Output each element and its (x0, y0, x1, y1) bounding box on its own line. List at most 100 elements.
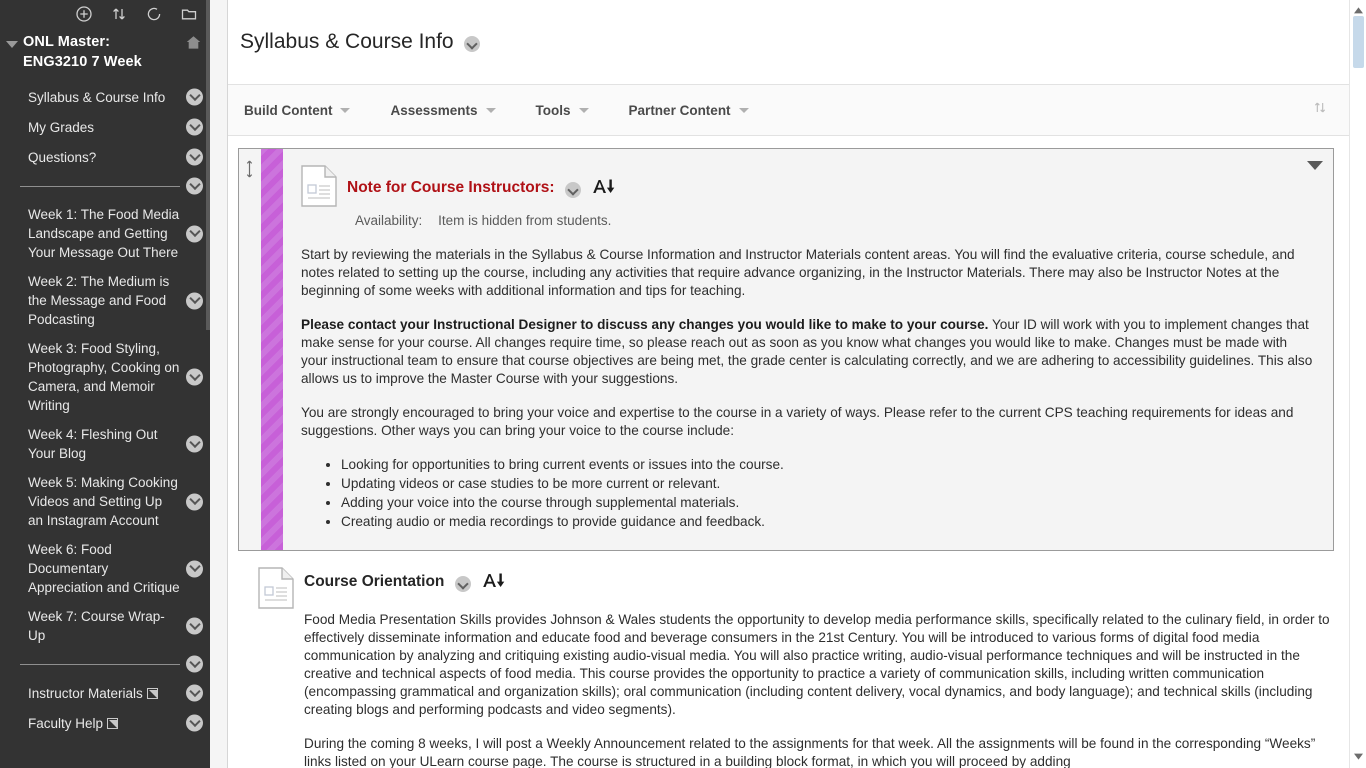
sidebar-item-label: Week 3: Food Styling, Photography, Cooki… (28, 341, 180, 413)
folder-icon[interactable] (180, 5, 198, 23)
text-size-icon[interactable] (482, 572, 506, 594)
sidebar-item-label: Syllabus & Course Info (28, 89, 166, 105)
partner-content-menu[interactable]: Partner Content (629, 103, 749, 118)
content-item-body: Course Orientation Food Media Presentati… (304, 565, 1334, 768)
chevron-down-icon (578, 107, 589, 113)
sidebar-item-my-grades[interactable]: My Grades (0, 112, 210, 142)
chevron-down-icon (340, 107, 351, 113)
main-content: Syllabus & Course Info Build Content Ass… (228, 0, 1366, 768)
tools-label: Tools (535, 102, 571, 118)
blackboard-course-page: ONL Master: ENG3210 7 Week Syllabus & Co… (0, 0, 1366, 768)
chevron-down-icon[interactable] (186, 435, 203, 453)
chevron-down-icon[interactable] (186, 617, 203, 635)
sidebar-item-week-4[interactable]: Week 4: Fleshing Out Your Blog (0, 420, 210, 468)
sidebar-scrollbar-thumb[interactable] (206, 0, 210, 330)
drag-rail (239, 149, 261, 550)
sidebar-item-week-3[interactable]: Week 3: Food Styling, Photography, Cooki… (0, 334, 210, 420)
list-item: Creating audio or media recordings to pr… (341, 513, 1317, 531)
partner-content-label: Partner Content (628, 102, 731, 118)
divider-line (20, 185, 180, 187)
document-icon (301, 165, 339, 212)
scroll-down-arrow-icon[interactable] (1353, 748, 1364, 766)
sidebar-item-syllabus-course-info[interactable]: Syllabus & Course Info (0, 82, 210, 112)
chevron-down-icon[interactable] (186, 655, 203, 673)
chevron-down-icon[interactable] (186, 560, 203, 577)
sidebar-collapse-handle[interactable] (210, 0, 228, 768)
scrollbar-thumb[interactable] (1353, 16, 1364, 68)
chevron-down-icon (485, 107, 496, 113)
chevron-down-icon[interactable] (186, 684, 203, 702)
content-item-title[interactable]: Course Orientation (304, 573, 444, 591)
list-item: Adding your voice into the course throug… (341, 494, 1317, 512)
content-item-note-for-course-instructors[interactable]: Note for Course Instructors: Availabilit… (238, 148, 1334, 551)
availability-label: Availability: (355, 213, 423, 228)
chevron-down-icon[interactable] (186, 225, 203, 242)
text-size-icon[interactable] (592, 178, 616, 200)
sidebar-item-week-7[interactable]: Week 7: Course Wrap-Up (0, 602, 210, 650)
sidebar-item-questions[interactable]: Questions? (0, 142, 210, 172)
page-title-chevron-down-icon[interactable] (464, 36, 481, 52)
sidebar-item-label: My Grades (28, 119, 95, 135)
content-item-title-block: Note for Course Instructors: Availabilit… (347, 163, 1317, 228)
item-collapse-caret-icon[interactable] (1307, 161, 1323, 170)
build-content-menu[interactable]: Build Content (244, 102, 351, 118)
course-title-row[interactable]: ONL Master: ENG3210 7 Week (0, 28, 210, 72)
add-item-icon[interactable] (75, 5, 93, 23)
page-header: Syllabus & Course Info (228, 0, 1366, 84)
chevron-down-icon[interactable] (186, 368, 203, 386)
course-menu-list: Syllabus & Course Info My Grades Questio… (0, 82, 210, 738)
content-item-header: Note for Course Instructors: Availabilit… (301, 163, 1317, 228)
assessments-menu[interactable]: Assessments (390, 102, 496, 118)
sidebar-item-faculty-help[interactable]: Faculty Help (0, 708, 210, 738)
home-icon[interactable] (185, 34, 202, 56)
item-chevron-down-icon[interactable] (565, 182, 582, 198)
chevron-down-icon[interactable] (186, 148, 203, 166)
sidebar-item-week-5[interactable]: Week 5: Making Cooking Videos and Settin… (0, 468, 210, 535)
content-item-course-orientation[interactable]: Course Orientation Food Media Presentati… (238, 565, 1334, 768)
external-link-icon (146, 687, 158, 699)
sidebar-item-label: Week 6: Food Documentary Appreciation an… (28, 542, 180, 595)
sidebar-item-label: Questions? (28, 149, 97, 165)
sidebar-item-week-6[interactable]: Week 6: Food Documentary Appreciation an… (0, 535, 210, 602)
sort-icon[interactable] (110, 5, 128, 23)
item-chevron-down-icon[interactable] (454, 576, 471, 592)
sidebar-item-label: Week 2: The Medium is the Message and Fo… (28, 274, 170, 327)
paragraph: Start by reviewing the materials in the … (301, 247, 1295, 298)
paragraph: Food Media Presentation Skills provides … (304, 612, 1330, 717)
sidebar-item-week-1[interactable]: Week 1: The Food Media Landscape and Get… (0, 200, 210, 267)
sidebar-item-instructor-materials[interactable]: Instructor Materials (0, 678, 210, 708)
assessments-label: Assessments (390, 102, 478, 118)
page-title: Syllabus & Course Info (240, 30, 454, 53)
divider-line (20, 663, 180, 665)
chevron-down-icon[interactable] (186, 292, 203, 309)
chevron-down-icon[interactable] (186, 493, 203, 510)
reorder-sort-icon[interactable] (1312, 100, 1328, 121)
build-content-label: Build Content (244, 102, 333, 118)
tools-menu[interactable]: Tools (536, 103, 589, 118)
drag-handle-icon[interactable] (244, 159, 255, 184)
sidebar-divider (0, 650, 210, 678)
content-item-title[interactable]: Note for Course Instructors: (347, 179, 555, 197)
availability-accent-stripe (261, 149, 283, 550)
page-scrollbar[interactable] (1349, 0, 1366, 768)
availability-value: Item is hidden from students. (438, 213, 612, 228)
content-list: Note for Course Instructors: Availabilit… (228, 136, 1366, 768)
chevron-down-icon[interactable] (186, 177, 203, 195)
course-title: ONL Master: ENG3210 7 Week (23, 34, 142, 70)
chevron-down-icon[interactable] (186, 88, 203, 106)
sidebar-divider (0, 172, 210, 200)
paragraph: During the coming 8 weeks, I will post a… (304, 736, 1316, 768)
list-item: Looking for opportunities to bring curre… (341, 456, 1317, 474)
sidebar-item-label: Week 5: Making Cooking Videos and Settin… (28, 475, 178, 528)
chevron-down-icon[interactable] (186, 714, 203, 732)
sidebar-item-label: Week 1: The Food Media Landscape and Get… (28, 207, 180, 260)
bullet-list: Looking for opportunities to bring curre… (301, 456, 1317, 531)
refresh-icon[interactable] (145, 5, 163, 23)
list-item: Updating videos or case studies to be mo… (341, 475, 1317, 493)
collapse-triangle-icon[interactable] (6, 41, 18, 48)
sidebar-item-label: Week 7: Course Wrap-Up (28, 609, 165, 643)
sidebar-tool-strip (0, 0, 210, 28)
chevron-down-icon[interactable] (186, 118, 203, 136)
sidebar-item-week-2[interactable]: Week 2: The Medium is the Message and Fo… (0, 267, 210, 334)
paragraph: Please contact your Instructional Design… (301, 317, 1313, 386)
